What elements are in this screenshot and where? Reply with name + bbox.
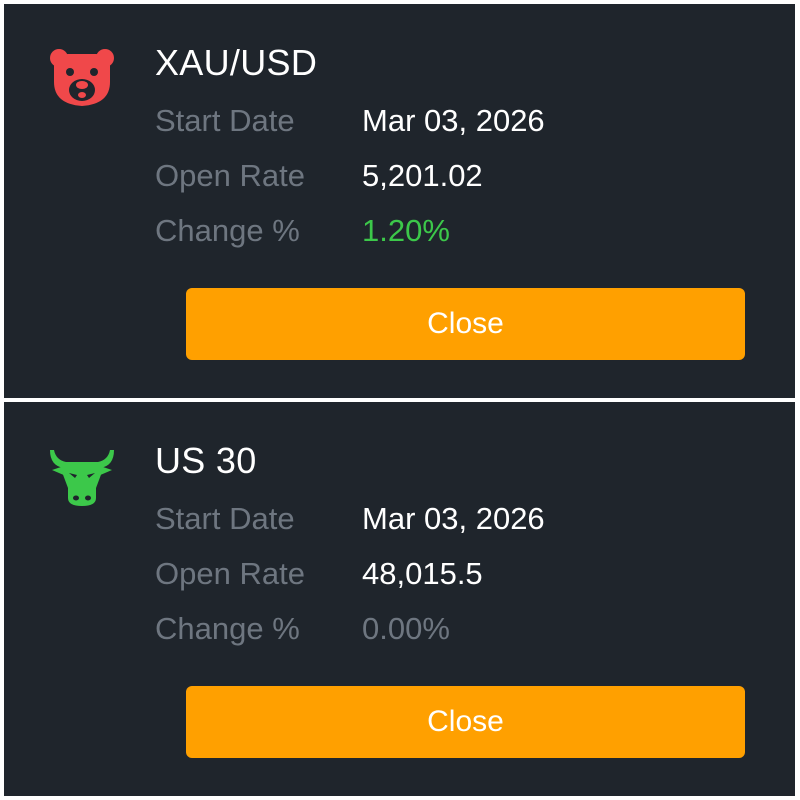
change-percent-label: Change % — [155, 611, 300, 646]
close-position-button[interactable]: Close — [186, 686, 745, 758]
start-date-row: Start Date Mar 03, 2026 — [155, 103, 755, 143]
start-date-label: Start Date — [155, 103, 295, 138]
close-position-button[interactable]: Close — [186, 288, 745, 360]
start-date-value: Mar 03, 2026 — [362, 501, 545, 536]
open-rate-label: Open Rate — [155, 556, 305, 591]
open-rate-label: Open Rate — [155, 158, 305, 193]
open-rate-value: 48,015.5 — [362, 556, 483, 591]
bull-icon — [48, 442, 116, 510]
change-percent-value: 0.00% — [362, 611, 450, 646]
start-date-value: Mar 03, 2026 — [362, 103, 545, 138]
change-percent-row: Change % 0.00% — [155, 611, 755, 651]
open-rate-value: 5,201.02 — [362, 158, 483, 193]
screen: XAU/USD Start Date Mar 03, 2026 Open Rat… — [0, 0, 800, 800]
position-card-us30: US 30 Start Date Mar 03, 2026 Open Rate … — [4, 402, 795, 796]
start-date-label: Start Date — [155, 501, 295, 536]
position-card-xauusd: XAU/USD Start Date Mar 03, 2026 Open Rat… — [4, 4, 795, 398]
open-rate-row: Open Rate 48,015.5 — [155, 556, 755, 596]
open-rate-row: Open Rate 5,201.02 — [155, 158, 755, 198]
bear-icon — [48, 44, 116, 112]
instrument-title: XAU/USD — [155, 42, 318, 83]
change-percent-row: Change % 1.20% — [155, 213, 755, 253]
instrument-title: US 30 — [155, 440, 257, 481]
change-percent-value: 1.20% — [362, 213, 450, 248]
change-percent-label: Change % — [155, 213, 300, 248]
start-date-row: Start Date Mar 03, 2026 — [155, 501, 755, 541]
